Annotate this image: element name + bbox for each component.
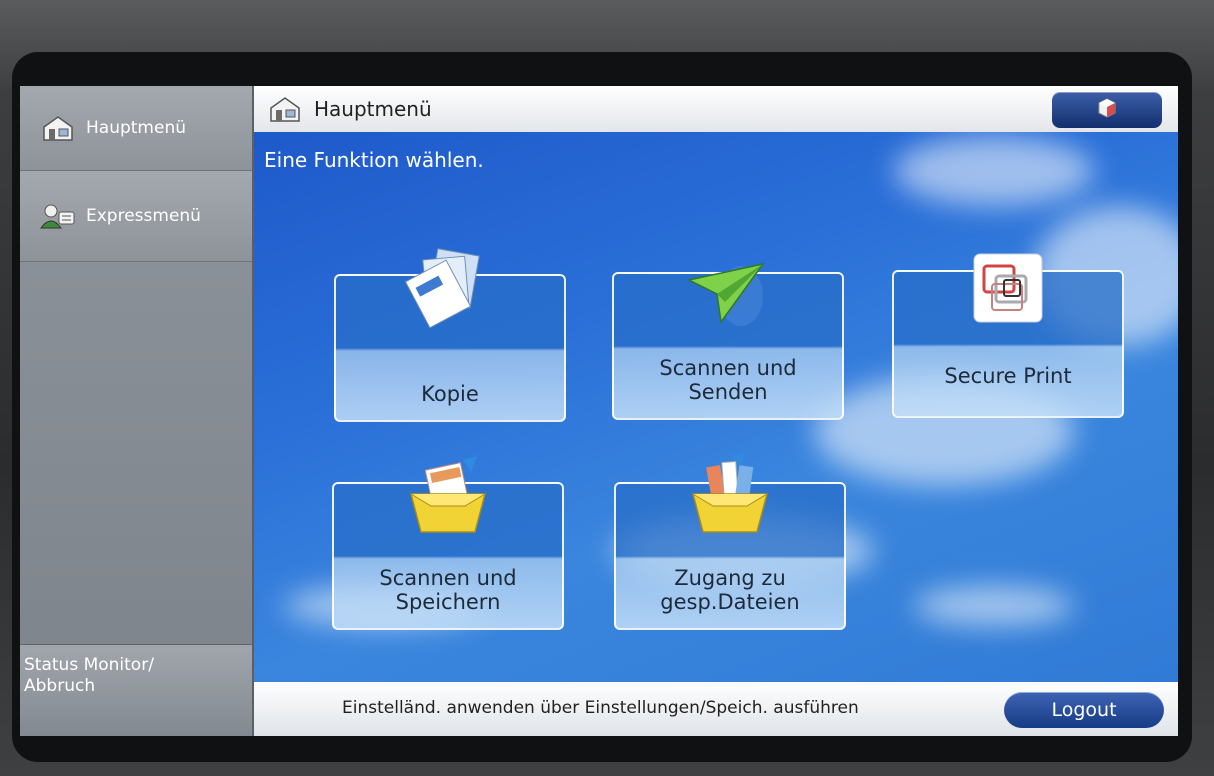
file-box-icon — [685, 452, 775, 540]
tile-label: Scannen und Senden — [659, 356, 797, 404]
secure-print-icon — [966, 248, 1050, 332]
tile-label: Zugang zu gesp.Dateien — [660, 566, 800, 614]
house-icon — [268, 95, 304, 123]
touch-screen: Hauptmenü Expressmenü Status Monitor/ Ab… — [20, 86, 1178, 736]
tile-scannen-speichern[interactable]: Scannen und Speichern — [332, 456, 564, 630]
sidebar-item-expressmenu[interactable]: Expressmenü — [20, 171, 252, 262]
info-button[interactable] — [1052, 92, 1162, 128]
tile-kopie[interactable]: Kopie — [334, 248, 566, 422]
tile-secure-print[interactable]: Secure Print — [892, 253, 1124, 418]
sidebar-item-label: Hauptmenü — [86, 118, 186, 138]
info-cube-icon — [1096, 97, 1118, 123]
tile-label: Kopie — [421, 382, 479, 406]
status-monitor-label: Status Monitor/ Abbruch — [24, 655, 154, 696]
page-title: Hauptmenü — [314, 97, 432, 121]
cloud-decoration — [894, 136, 1094, 206]
logout-button[interactable]: Logout — [1004, 692, 1164, 728]
cloud-decoration — [914, 586, 1074, 626]
sidebar-item-hauptmenu[interactable]: Hauptmenü — [20, 86, 252, 171]
main-area: Hauptmenü Eine Funktion wählen. Kopie Sc… — [254, 86, 1178, 736]
sidebar: Hauptmenü Expressmenü Status Monitor/ Ab… — [20, 86, 254, 736]
tile-zugang-dateien[interactable]: Zugang zu gesp.Dateien — [614, 452, 846, 630]
storage-box-icon — [403, 454, 493, 540]
status-monitor-button[interactable]: Status Monitor/ Abbruch — [20, 644, 252, 736]
footer-bar: Einstelländ. anwenden über Einstellungen… — [254, 682, 1178, 736]
header: Hauptmenü — [254, 86, 1178, 132]
prompt-text: Eine Funktion wählen. — [264, 148, 484, 172]
tile-scannen-senden[interactable]: Scannen und Senden — [612, 262, 844, 420]
tile-label: Scannen und Speichern — [379, 566, 517, 614]
house-icon — [38, 114, 78, 142]
copy-icon — [404, 248, 495, 332]
footer-message: Einstelländ. anwenden über Einstellungen… — [342, 698, 859, 718]
users-icon — [38, 202, 78, 230]
paper-plane-icon — [683, 256, 773, 336]
sidebar-item-label: Expressmenü — [86, 206, 201, 226]
tile-label: Secure Print — [944, 364, 1072, 388]
